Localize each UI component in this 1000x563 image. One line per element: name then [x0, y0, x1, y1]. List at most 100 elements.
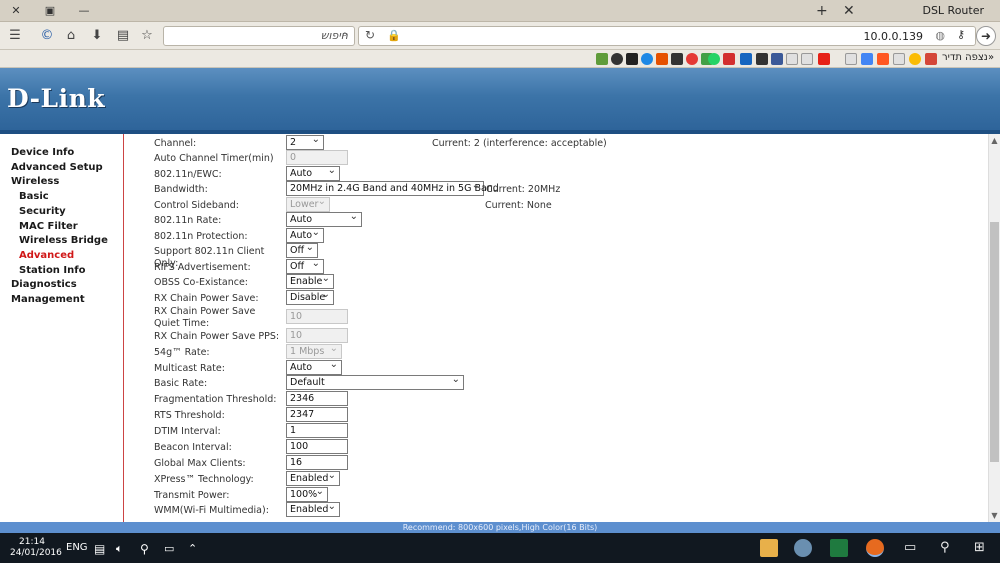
start-windows-icon[interactable]: ⊞	[974, 540, 985, 555]
setting-select[interactable]: Default	[286, 373, 464, 390]
bookmark-icon[interactable]	[641, 53, 653, 65]
clock-time: 21:14	[19, 537, 45, 547]
sidebar-item-mac-filter[interactable]: MAC Filter	[19, 221, 78, 232]
blogger-icon[interactable]	[877, 53, 889, 65]
bookmark-star-icon[interactable]: ☆	[138, 27, 156, 45]
setting-input: 10	[286, 328, 348, 343]
bookmark-icon[interactable]	[740, 53, 752, 65]
key-icon[interactable]: ⚷	[957, 28, 965, 41]
search-icon: ⌕	[342, 29, 348, 40]
new-tab-icon[interactable]: +	[816, 3, 828, 19]
close-icon[interactable]: ✕	[8, 3, 24, 19]
bookmark-icon[interactable]	[686, 53, 698, 65]
bookmark-icon[interactable]	[596, 53, 608, 65]
sidebar-item-basic[interactable]: Basic	[19, 191, 49, 202]
bookmark-icon[interactable]	[756, 53, 768, 65]
address-bar[interactable]: ↻ 🔒 10.0.0.139 ◍ ⚷	[358, 26, 976, 46]
setting-label: RIFS Advertisement:	[154, 262, 251, 273]
pocket-icon[interactable]: ©	[38, 27, 56, 45]
scroll-down-icon[interactable]: ▼	[989, 511, 1000, 521]
show-hidden-icons-chevron-up-icon[interactable]: ⌃	[188, 542, 197, 555]
gmail-icon[interactable]	[925, 53, 937, 65]
lock-icon: 🔒	[387, 29, 401, 42]
home-icon[interactable]: ⌂	[62, 27, 80, 45]
bookmark-icon[interactable]	[656, 53, 668, 65]
search-icon[interactable]: ⚲	[940, 540, 950, 555]
minimize-icon[interactable]: —	[76, 3, 92, 19]
app-icon[interactable]	[794, 539, 812, 557]
facebook-icon[interactable]	[771, 53, 783, 65]
setting-select[interactable]: Enable	[286, 272, 334, 289]
setting-select[interactable]: Auto	[286, 358, 342, 375]
more-bookmarks-icon[interactable]: »	[988, 52, 994, 63]
site-identity-icon[interactable]: ◍	[935, 29, 945, 42]
bookmark-icon[interactable]	[671, 53, 683, 65]
bookmark-icon[interactable]	[611, 53, 623, 65]
sidebar-item-advanced-setup[interactable]: Advanced Setup	[11, 162, 103, 173]
setting-select[interactable]: Enabled	[286, 500, 340, 517]
setting-label: 54g™ Rate:	[154, 347, 210, 358]
setting-label: XPress™ Technology:	[154, 474, 254, 485]
setting-label: RX Chain Power Save:	[154, 293, 259, 304]
reload-icon[interactable]: ↻	[365, 28, 375, 42]
menu-icon[interactable]: ☰	[6, 27, 24, 45]
sidebar-item-security[interactable]: Security	[19, 206, 66, 217]
setting-select[interactable]: Enabled	[286, 469, 340, 486]
browser-titlebar: ✕ ▣ — + ✕ DSL Router	[0, 0, 1000, 22]
file-explorer-icon[interactable]	[760, 539, 778, 557]
setting-input[interactable]: 1	[286, 423, 348, 438]
setting-select[interactable]: 20MHz in 2.4G Band and 40MHz in 5G Band	[286, 179, 499, 196]
bookmark-icon[interactable]	[861, 53, 873, 65]
scroll-up-icon[interactable]: ▲	[989, 136, 1000, 146]
scroll-thumb[interactable]	[990, 222, 999, 462]
setting-select[interactable]: 2	[286, 134, 324, 150]
setting-select[interactable]: 100%	[286, 485, 328, 502]
setting-select[interactable]: Auto	[286, 210, 362, 227]
network-icon[interactable]: ⚲	[140, 542, 149, 556]
go-forward-button[interactable]: ➜	[976, 26, 996, 46]
tab-close-icon[interactable]: ✕	[843, 3, 855, 19]
maximize-icon[interactable]: ▣	[42, 3, 58, 19]
language-indicator[interactable]: ENG	[66, 542, 88, 553]
download-icon[interactable]: ⬇	[88, 27, 106, 45]
task-view-icon[interactable]: ▭	[904, 540, 916, 555]
bookmark-icon[interactable]	[909, 53, 921, 65]
setting-label: 802.11n/EWC:	[154, 169, 222, 180]
clock-date: 24/01/2016	[10, 548, 62, 558]
sidebar-item-wireless-bridge[interactable]: Wireless Bridge	[19, 235, 108, 246]
setting-input[interactable]: 100	[286, 439, 348, 454]
sidebar-item-diagnostics[interactable]: Diagnostics	[11, 279, 77, 290]
bookmark-icon[interactable]	[786, 53, 798, 65]
library-icon[interactable]: ▤	[114, 27, 132, 45]
setting-select[interactable]: Auto	[286, 164, 340, 181]
recommend-text: Recommend: 800x600 pixels,High Color(16 …	[402, 523, 598, 532]
bookmark-icon[interactable]	[723, 53, 735, 65]
setting-label: Transmit Power:	[154, 490, 230, 501]
battery-icon[interactable]: ▭	[164, 542, 174, 555]
bookmark-icon[interactable]	[801, 53, 813, 65]
sidebar-item-advanced[interactable]: Advanced	[19, 250, 74, 261]
setting-input[interactable]: 2347	[286, 407, 348, 422]
search-input[interactable]: חיפוש ⌕	[163, 26, 355, 46]
setting-select[interactable]: Disable	[286, 288, 334, 305]
clock[interactable]: 21:14 24/01/2016	[10, 537, 62, 559]
bookmark-icon[interactable]	[626, 53, 638, 65]
whatsapp-icon[interactable]	[708, 53, 720, 65]
sidebar-item-wireless[interactable]: Wireless	[11, 176, 59, 187]
sidebar-item-station-info[interactable]: Station Info	[19, 265, 85, 276]
setting-input[interactable]: 16	[286, 455, 348, 470]
bookmark-folder-label[interactable]: נצפה תדיר	[942, 52, 988, 63]
bookmark-icon[interactable]	[893, 53, 905, 65]
bookmark-icon[interactable]	[845, 53, 857, 65]
firefox-icon[interactable]	[866, 539, 884, 557]
setting-select[interactable]: Off	[286, 241, 318, 258]
setting-select[interactable]: Off	[286, 257, 324, 274]
volume-icon[interactable]: 🔈︎	[116, 542, 123, 556]
wireless-advanced-form: Channel: 2 Current: 2 (interference: accep…	[124, 134, 988, 522]
sidebar-item-management[interactable]: Management	[11, 294, 85, 305]
notification-icon[interactable]: ▤	[94, 542, 105, 556]
excel-icon[interactable]	[830, 539, 848, 557]
setting-input[interactable]: 2346	[286, 391, 348, 406]
sidebar-item-device-info[interactable]: Device Info	[11, 147, 74, 158]
youtube-icon[interactable]	[818, 53, 830, 65]
